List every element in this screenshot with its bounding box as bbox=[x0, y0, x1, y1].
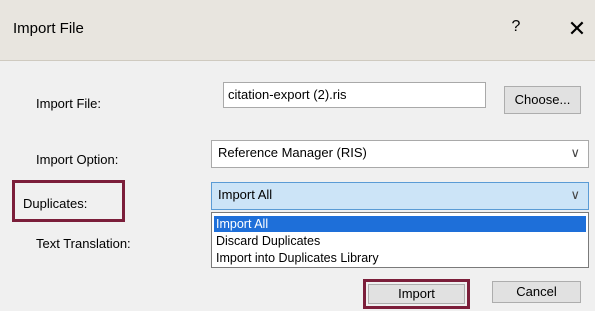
import-option-select[interactable]: Reference Manager (RIS) ∨ bbox=[211, 140, 589, 168]
import-button[interactable]: Import bbox=[368, 284, 465, 304]
import-option-value: Reference Manager (RIS) bbox=[218, 145, 367, 160]
duplicates-label: Duplicates: bbox=[23, 196, 88, 211]
import-file-input[interactable]: citation-export (2).ris bbox=[223, 82, 486, 108]
import-file-label: Import File: bbox=[36, 96, 102, 111]
chevron-down-icon: ∨ bbox=[570, 187, 580, 202]
close-icon[interactable]: ✕ bbox=[564, 16, 590, 42]
choose-button[interactable]: Choose... bbox=[504, 86, 581, 114]
cancel-button[interactable]: Cancel bbox=[492, 281, 581, 303]
dropdown-option-import-into-duplicates-library[interactable]: Import into Duplicates Library bbox=[214, 250, 586, 266]
dialog-title: Import File bbox=[13, 20, 84, 37]
import-option-label: Import Option: bbox=[36, 152, 119, 167]
chevron-down-icon: ∨ bbox=[570, 145, 580, 160]
dropdown-option-discard-duplicates[interactable]: Discard Duplicates bbox=[214, 233, 586, 249]
duplicates-dropdown-list: Import All Discard Duplicates Import int… bbox=[211, 212, 589, 268]
help-button[interactable]: ? bbox=[505, 18, 527, 40]
title-bar: Import File ? ✕ bbox=[0, 0, 595, 61]
import-file-dialog: Import File ? ✕ Import File: citation-ex… bbox=[0, 0, 595, 311]
duplicates-value: Import All bbox=[218, 187, 273, 202]
dropdown-option-import-all[interactable]: Import All bbox=[214, 216, 586, 232]
text-translation-label: Text Translation: bbox=[36, 236, 131, 251]
duplicates-select[interactable]: Import All ∨ bbox=[211, 182, 589, 210]
